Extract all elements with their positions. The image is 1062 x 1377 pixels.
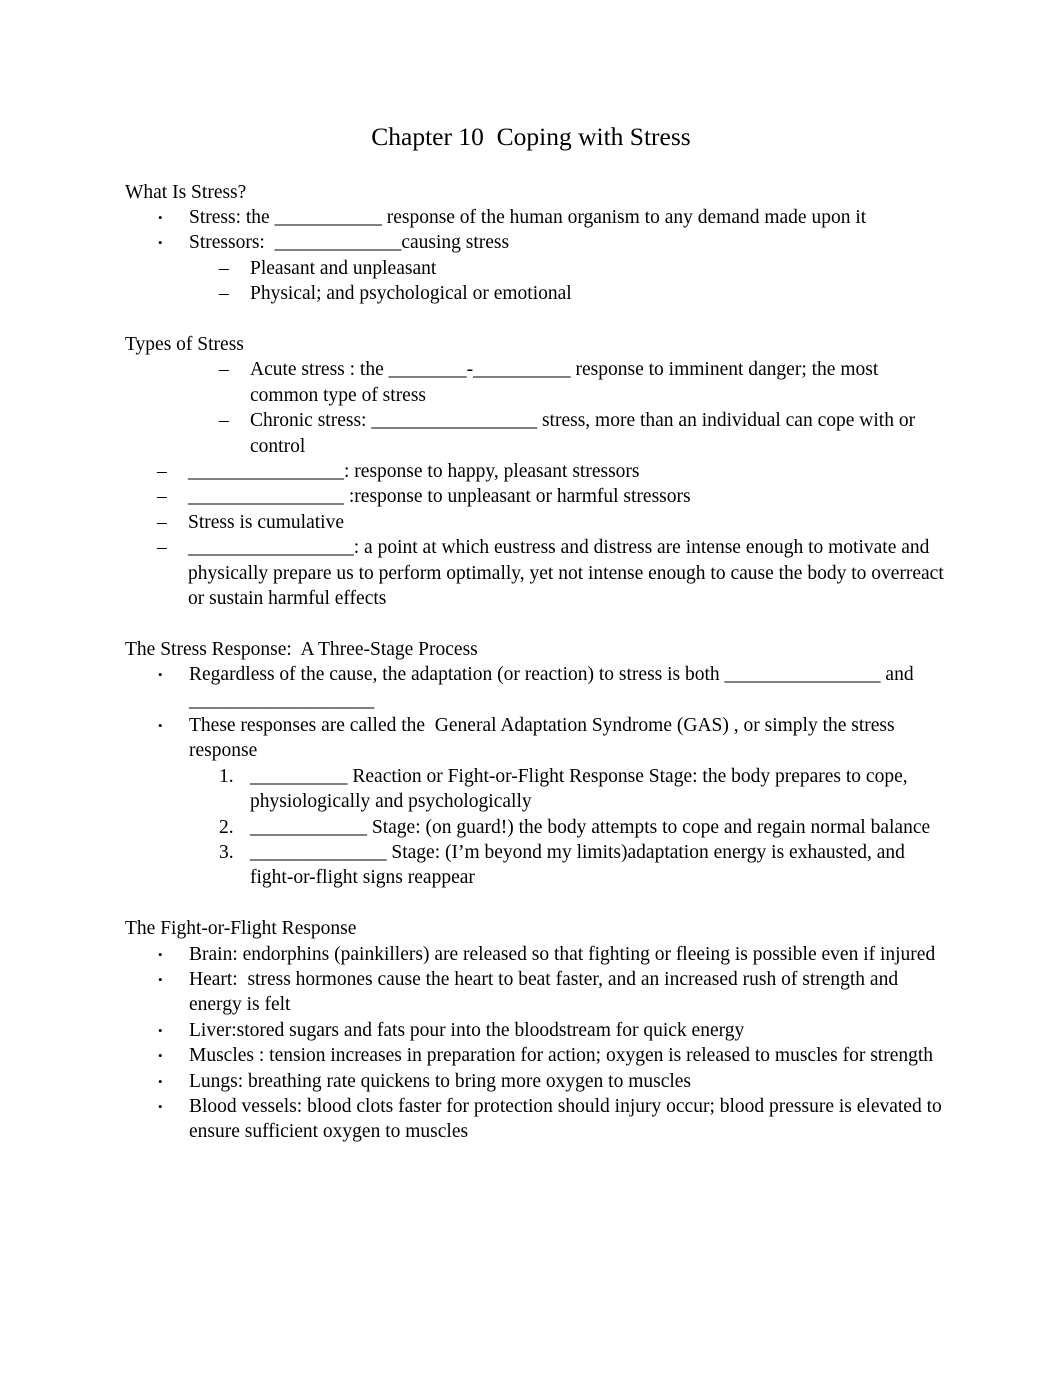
- outline-item: • Stressors: _____________causing stress: [125, 230, 944, 255]
- section-heading: What Is Stress?: [125, 181, 247, 203]
- outline-item-text: Acute stress : the ________-__________ r…: [250, 359, 884, 406]
- outline-item-text: _________________: a point at which eust…: [188, 537, 949, 609]
- outline-item-text: Heart: stress hormones cause the heart t…: [189, 969, 903, 1016]
- outline-item: 3. ______________ Stage: (I’m beyond my l…: [125, 840, 944, 891]
- outline-item: 1. __________ Reaction or Fight-or-Flight…: [125, 764, 944, 815]
- outline-item-text: ____________ Stage: (on guard!) the body…: [250, 816, 931, 838]
- outline-item-text: ________________ :response to unpleasant…: [188, 486, 691, 508]
- outline-item-text: Regardless of the cause, the adaptation …: [189, 664, 919, 711]
- dash-marker: –: [219, 410, 229, 432]
- outline-item: • Liver:stored sugars and fats pour into …: [125, 1018, 944, 1043]
- document-body: What Is Stress? • Stress: the ___________ …: [0, 150, 1062, 1145]
- outline-item-text: Blood vessels: blood clots faster for pr…: [189, 1096, 947, 1143]
- bullet-marker: •: [158, 667, 163, 683]
- list-number: 1.: [219, 765, 234, 787]
- outline-item-text: ______________ Stage: (I’m beyond my lim…: [250, 842, 910, 889]
- dash-marker: –: [157, 486, 167, 508]
- outline-item: – ________________ :response to unpleasan…: [125, 484, 944, 509]
- outline-item: • Muscles : tension increases in preparat…: [125, 1043, 944, 1068]
- outline-item-text: Stressors: _____________causing stress: [189, 232, 510, 254]
- outline-item: • Stress: the ___________ response of the…: [125, 205, 944, 230]
- page-title: Chapter 10 Coping with Stress: [371, 122, 691, 151]
- section-heading: The Stress Response: A Three-Stage Proce…: [125, 638, 478, 660]
- outline-item-text: Lungs: breathing rate quickens to bring …: [189, 1070, 692, 1092]
- outline-item-text: Pleasant and unpleasant: [250, 257, 437, 279]
- list-number: 3.: [219, 842, 234, 864]
- outline-item: • Brain: endorphins (painkillers) are rel…: [125, 942, 944, 967]
- dash-marker: –: [219, 283, 229, 305]
- outline-item-text: ________________: response to happy, ple…: [188, 460, 640, 482]
- outline-item: – Physical; and psychological or emotiona…: [125, 281, 944, 306]
- bullet-marker: •: [158, 718, 163, 733]
- outline-item-text: Stress is cumulative: [188, 511, 344, 533]
- bullet-marker: •: [158, 209, 163, 225]
- bullet-marker: •: [158, 946, 163, 962]
- outline-item: • Regardless of the cause, the adaptation…: [125, 662, 944, 713]
- outline-item: • Blood vessels: blood clots faster for p…: [125, 1094, 944, 1145]
- bullet-marker: •: [158, 972, 163, 988]
- outline-item-text: Chronic stress: _________________ stress…: [250, 410, 920, 457]
- outline-item-text: Stress: the ___________ response of the …: [189, 206, 867, 228]
- bullet-marker: •: [158, 1022, 163, 1038]
- outline-item: • These responses are called the General …: [125, 713, 944, 764]
- document-page: Chapter 10 Coping with Stress What Is St…: [0, 0, 1062, 1377]
- outline-item-text: Brain: endorphins (painkillers) are rele…: [189, 943, 936, 965]
- outline-item: – Chronic stress: _________________ stres…: [125, 408, 944, 459]
- outline-item-text: These responses are called the General A…: [189, 715, 900, 762]
- outline-item-text: Muscles : tension increases in preparati…: [189, 1045, 934, 1067]
- dash-marker: –: [157, 537, 167, 559]
- outline-item: – Pleasant and unpleasant: [125, 256, 944, 281]
- outline-item: – ________________: response to happy, pl…: [125, 459, 944, 484]
- outline-item: – Stress is cumulative: [125, 510, 944, 535]
- outline-item-text: __________ Reaction or Fight-or-Flight R…: [250, 765, 913, 813]
- section-heading: Types of Stress: [125, 333, 244, 355]
- outline-item: – Acute stress : the ________-__________ …: [125, 357, 944, 408]
- bullet-marker: •: [158, 235, 163, 251]
- bullet-marker: •: [158, 1099, 163, 1115]
- outline-item: – _________________: a point at which eus…: [125, 535, 944, 611]
- outline-item-text: Physical; and psychological or emotional: [250, 283, 572, 305]
- outline-item: 2. ____________ Stage: (on guard!) the bo…: [125, 815, 944, 840]
- dash-marker: –: [157, 511, 167, 533]
- dash-marker: –: [219, 359, 229, 381]
- bullet-marker: •: [158, 1073, 163, 1089]
- bullet-marker: •: [158, 1048, 163, 1064]
- dash-marker: –: [157, 460, 167, 482]
- list-number: 2.: [219, 816, 234, 838]
- outline-item: • Lungs: breathing rate quickens to bring…: [125, 1069, 944, 1094]
- section-heading: The Fight-or-Flight Response: [125, 918, 357, 940]
- outline-item-text: Liver:stored sugars and fats pour into t…: [189, 1019, 745, 1041]
- dash-marker: –: [219, 257, 229, 279]
- outline-item: • Heart: stress hormones cause the heart …: [125, 967, 944, 1018]
